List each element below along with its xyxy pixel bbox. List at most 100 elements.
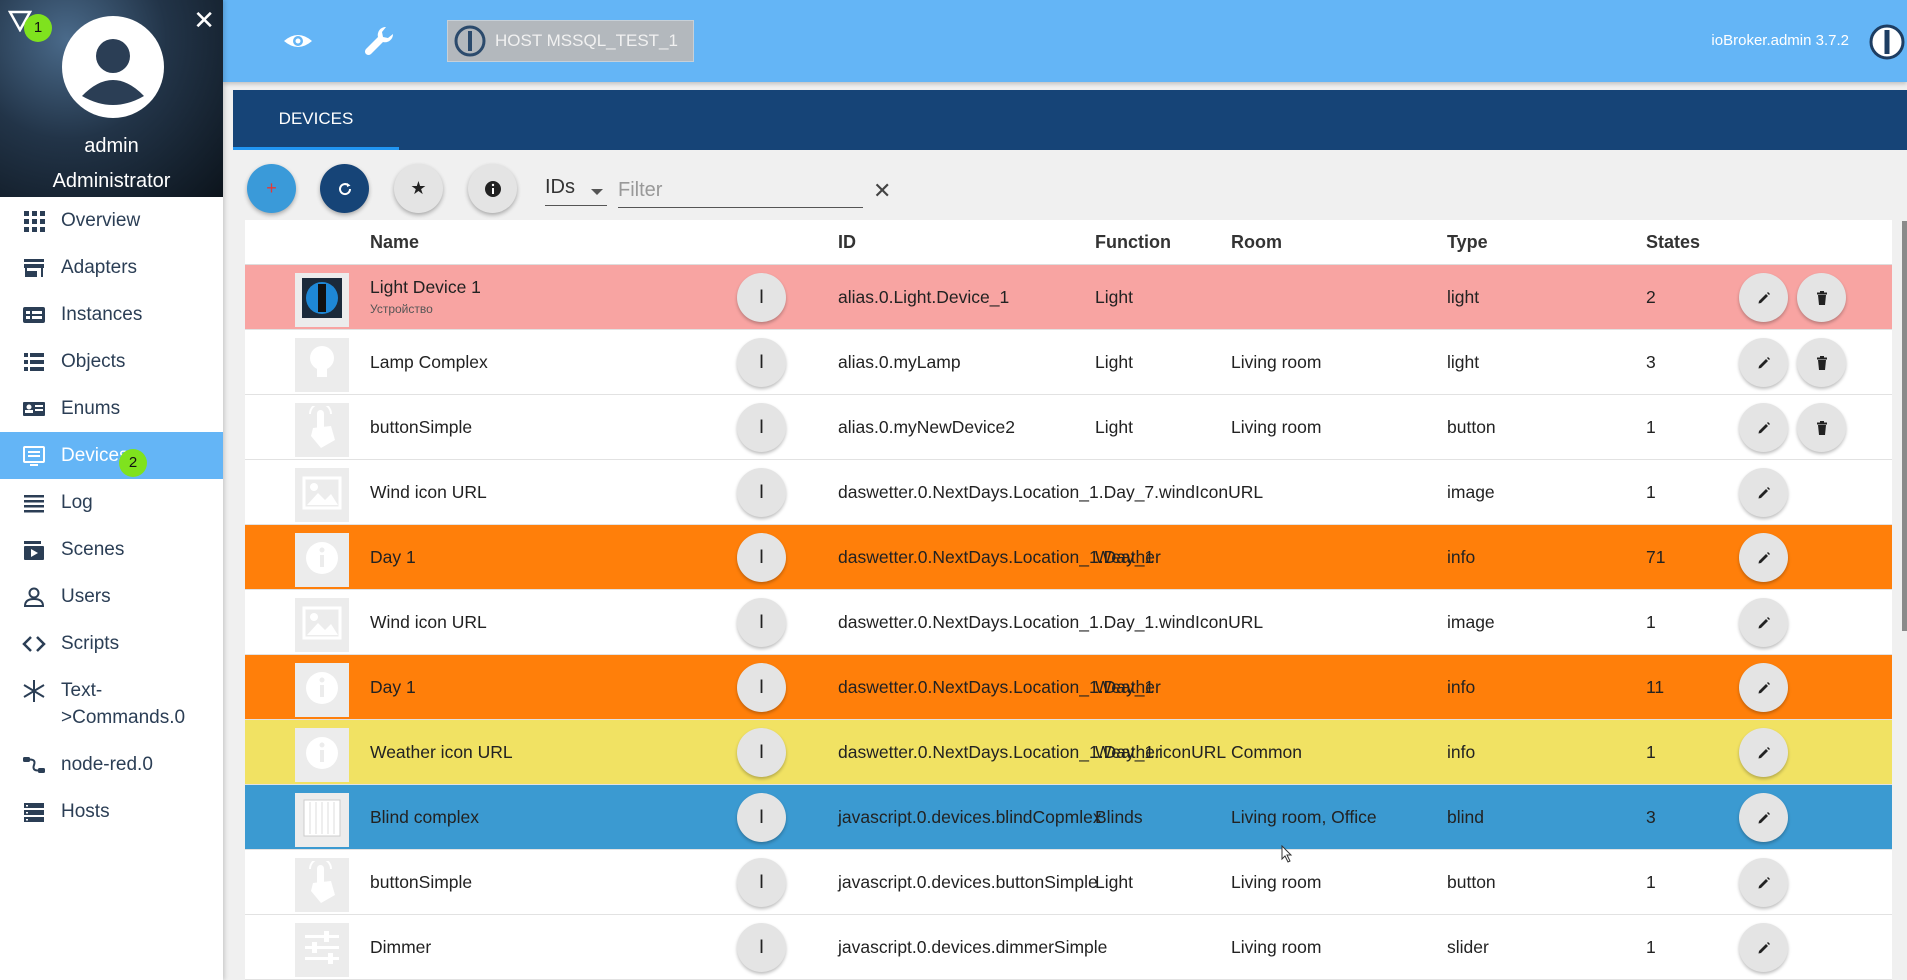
text-cursor-button[interactable]: I [737, 533, 786, 582]
favorites-button[interactable]: ★ [394, 164, 443, 213]
pencil-icon [1758, 746, 1770, 758]
table-row[interactable]: Wind icon URL Idaswetter.0.NextDays.Locat… [245, 460, 1892, 525]
edit-button[interactable] [1739, 338, 1788, 387]
column-header-type[interactable]: Type [1447, 232, 1488, 253]
device-type: light [1447, 287, 1480, 307]
avatar [62, 16, 164, 118]
edit-button[interactable] [1739, 273, 1788, 322]
edit-button[interactable] [1739, 468, 1788, 517]
text-cursor-button[interactable]: I [737, 338, 786, 387]
scrollbar[interactable] [1902, 221, 1907, 631]
table-row[interactable]: Lamp Complex Ialias.0.myLamp Light Living r… [245, 330, 1892, 395]
sidebar-item-label: Users [61, 585, 111, 607]
delete-button[interactable] [1797, 403, 1846, 452]
sliders-icon [302, 930, 342, 971]
column-header-room[interactable]: Room [1231, 232, 1282, 253]
eye-icon[interactable] [281, 24, 315, 58]
refresh-icon [338, 182, 351, 195]
sidebar-item-overview[interactable]: Overview [0, 197, 223, 244]
sidebar-item-devices[interactable]: Devices 2 [0, 432, 223, 479]
device-id: daswetter.0.NextDays.Location_1.Day_1.wi… [838, 612, 1264, 632]
edit-button[interactable] [1739, 663, 1788, 712]
sidebar-item-scenes[interactable]: Scenes [0, 526, 223, 573]
mouse-cursor-icon [1281, 845, 1293, 863]
delete-icon [1816, 355, 1827, 370]
text-cursor-button[interactable]: I [737, 598, 786, 647]
scenes-icon [24, 540, 44, 560]
refresh-button[interactable] [320, 164, 369, 213]
add-device-button[interactable]: + [247, 164, 296, 213]
sidebar-item-hosts[interactable]: Hosts [0, 788, 223, 835]
text-cursor-icon: I [758, 416, 765, 438]
device-room: Living room, Office [1231, 807, 1377, 827]
tab-devices[interactable]: DEVICES [233, 90, 399, 150]
sidebar-item-text-commands[interactable]: Text- >Commands.0 [0, 667, 223, 741]
sidebar-item-label: Scripts [61, 632, 120, 654]
sidebar-item-users[interactable]: Users [0, 573, 223, 620]
wrench-icon[interactable] [362, 24, 396, 58]
table-row[interactable]: Dimmer Ijavascript.0.devices.dimmerSimple… [245, 915, 1892, 980]
text-cursor-button[interactable]: I [737, 663, 786, 712]
info-icon [303, 734, 341, 777]
edit-button[interactable] [1739, 533, 1788, 582]
table-row[interactable]: Weather icon URL Idaswetter.0.NextDays.Lo… [245, 720, 1892, 785]
device-type: info [1447, 547, 1476, 567]
delete-button[interactable] [1797, 273, 1846, 322]
table-row[interactable]: Day 1 Idaswetter.0.NextDays.Location_1.Da… [245, 655, 1892, 720]
close-icon[interactable]: ✕ [193, 6, 215, 34]
edit-button[interactable] [1739, 793, 1788, 842]
table-row[interactable]: buttonSimple Ialias.0.myNewDevice2 Light Li… [245, 395, 1892, 460]
top-app-bar: HOST MSSQL_TEST_1 ioBroker.admin 3.7.2 [223, 0, 1907, 82]
device-thumbnail [295, 728, 349, 782]
ids-select-value: IDs [545, 176, 575, 198]
sidebar-item-label: Log [61, 491, 93, 513]
edit-button[interactable] [1739, 858, 1788, 907]
table-row[interactable]: Light Device 1 Устройство Ialias.0.Light.D… [245, 265, 1892, 330]
edit-button[interactable] [1739, 728, 1788, 777]
enum-icon [23, 401, 45, 416]
edit-button[interactable] [1739, 598, 1788, 647]
delete-button[interactable] [1797, 338, 1846, 387]
pencil-icon [1758, 876, 1770, 888]
column-header-name[interactable]: Name [370, 232, 419, 253]
text-cursor-button[interactable]: I [737, 403, 786, 452]
info-button[interactable] [468, 164, 517, 213]
table-row[interactable]: Blind complex Ijavascript.0.devices.blind… [245, 785, 1892, 850]
device-id: alias.0.myLamp [838, 352, 961, 372]
sidebar-item-node-red[interactable]: node-red.0 [0, 741, 223, 788]
table-row[interactable]: Wind icon URL Idaswetter.0.NextDays.Locat… [245, 590, 1892, 655]
text-cursor-button[interactable]: I [737, 858, 786, 907]
clear-filter-icon[interactable]: ✕ [873, 178, 891, 204]
table-row[interactable]: Day 1 Idaswetter.0.NextDays.Location_1.Da… [245, 525, 1892, 590]
instances-icon [23, 306, 45, 323]
column-header-id[interactable]: ID [838, 232, 856, 253]
edit-button[interactable] [1739, 403, 1788, 452]
sidebar-item-scripts[interactable]: Scripts [0, 620, 223, 667]
edit-button[interactable] [1739, 923, 1788, 972]
sidebar-item-objects[interactable]: Objects [0, 338, 223, 385]
text-cursor-button[interactable]: I [737, 793, 786, 842]
column-header-states[interactable]: States [1646, 232, 1700, 253]
ids-select[interactable]: IDs [545, 176, 607, 206]
text-cursor-button[interactable]: I [737, 923, 786, 972]
host-selector[interactable]: HOST MSSQL_TEST_1 [447, 20, 694, 62]
text-cursor-icon: I [758, 351, 765, 373]
text-cursor-button[interactable]: I [737, 728, 786, 777]
device-name: buttonSimple [370, 872, 473, 892]
sidebar-item-adapters[interactable]: Adapters [0, 244, 223, 291]
device-id: javascript.0.devices.buttonSimple [838, 872, 1098, 892]
device-type: info [1447, 677, 1476, 697]
column-header-function[interactable]: Function [1095, 232, 1171, 253]
sidebar-item-label: Text- >Commands.0 [61, 680, 186, 728]
sidebar-item-log[interactable]: Log [0, 479, 223, 526]
table-row[interactable]: buttonSimple Ijavascript.0.devices.button… [245, 850, 1892, 915]
filter-input[interactable] [618, 174, 863, 208]
sidebar-item-instances[interactable]: Instances [0, 291, 223, 338]
sidebar-item-enums[interactable]: Enums [0, 385, 223, 432]
text-cursor-button[interactable]: I [737, 468, 786, 517]
device-thumbnail [295, 598, 349, 652]
device-thumbnail [295, 533, 349, 587]
device-function: Light [1095, 417, 1133, 437]
text-cursor-button[interactable]: I [737, 273, 786, 322]
user-avatar-icon [82, 39, 144, 105]
